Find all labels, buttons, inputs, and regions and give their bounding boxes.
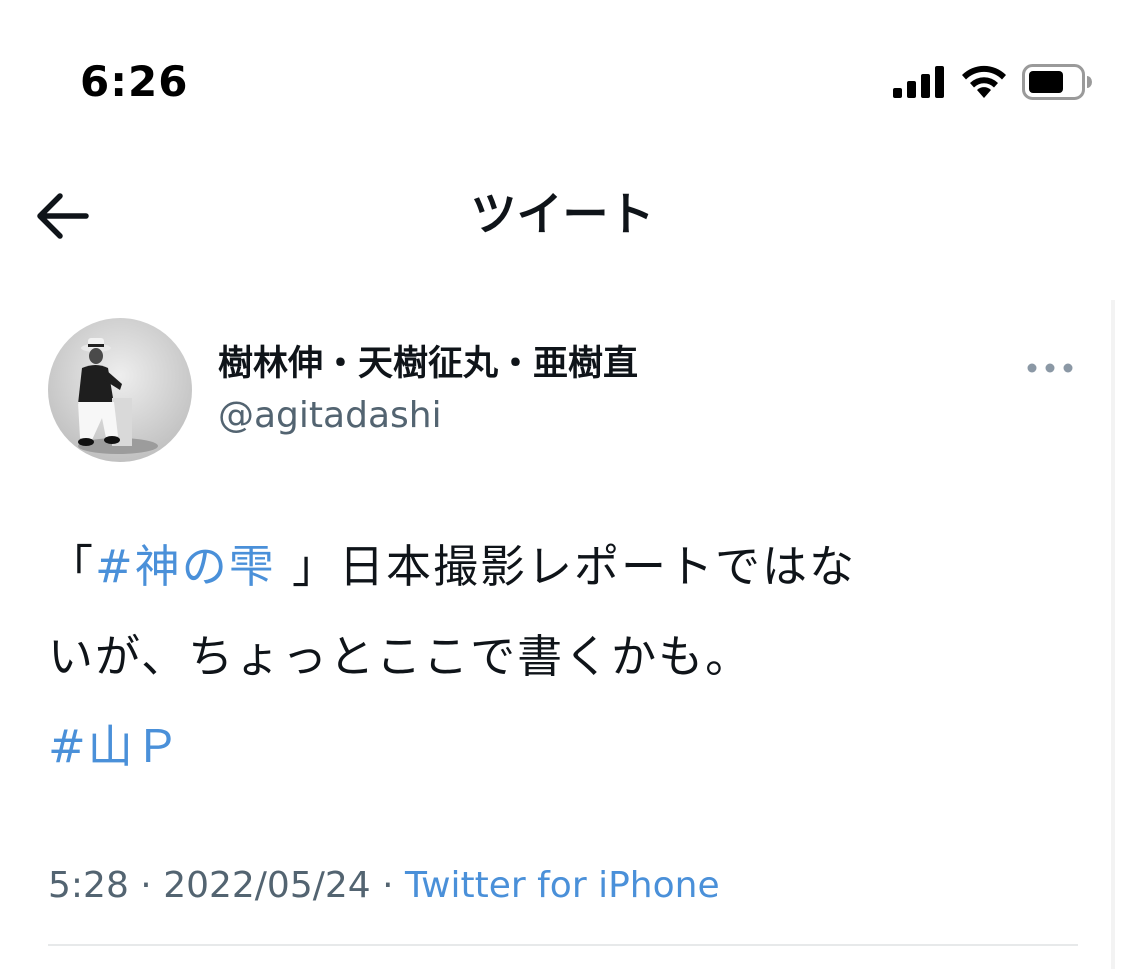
- status-bar: 6:26: [0, 0, 1125, 150]
- scrollbar-track: [1111, 300, 1115, 969]
- open-bracket: 「: [48, 540, 96, 593]
- hashtag-link[interactable]: #神の雫: [95, 540, 276, 593]
- cellular-signal-icon: [893, 66, 944, 98]
- tweet: 樹林伸・天樹征丸・亜樹直 @agitadashi 「#神の雫 」日本撮影レポート…: [0, 300, 1125, 969]
- meta-separator: ·: [128, 865, 164, 906]
- status-time: 6:26: [80, 57, 189, 106]
- wifi-icon: [962, 65, 1006, 98]
- more-options-button[interactable]: [1022, 348, 1078, 388]
- meta-separator: ·: [370, 865, 406, 906]
- tweet-meta: 5:28 · 2022/05/24 · Twitter for iPhone: [48, 862, 720, 910]
- author-handle[interactable]: @agitadashi: [218, 392, 442, 440]
- avatar-photo: [48, 318, 192, 462]
- tweet-time: 5:28: [48, 865, 129, 906]
- avatar[interactable]: [48, 318, 192, 462]
- tweet-text: 「#神の雫 」日本撮影レポートではな いが、ちょっとここで書くかも。 #山Ｐ: [48, 522, 1088, 792]
- hashtag-link[interactable]: #山Ｐ: [48, 720, 182, 773]
- divider: [48, 944, 1078, 946]
- author-display-name[interactable]: 樹林伸・天樹征丸・亜樹直: [218, 340, 638, 388]
- tweet-text-line: 「#神の雫 」日本撮影レポートではな: [48, 522, 1088, 612]
- tweet-text-line: #山Ｐ: [48, 702, 1088, 792]
- page-title: ツイート: [470, 187, 655, 241]
- tweet-date: 2022/05/24: [163, 865, 371, 906]
- more-dots-icon: [1027, 363, 1073, 373]
- nav-header: ツイート: [0, 170, 1125, 260]
- tweet-source-link[interactable]: Twitter for iPhone: [405, 865, 720, 906]
- tweet-text-line: いが、ちょっとここで書くかも。: [48, 630, 753, 683]
- battery-icon: [1022, 64, 1092, 100]
- tweet-text-segment: 」日本撮影レポートではな: [275, 540, 857, 593]
